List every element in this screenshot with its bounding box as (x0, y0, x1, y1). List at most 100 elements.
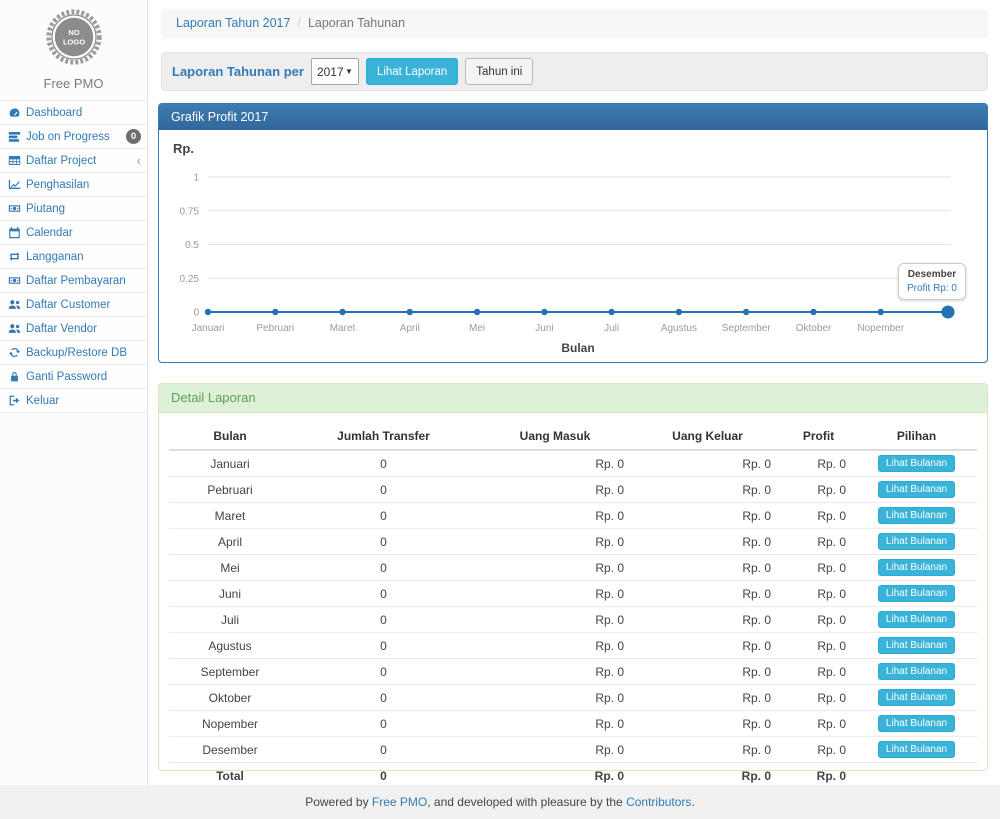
svg-text:1: 1 (193, 173, 199, 184)
svg-text:Maret: Maret (330, 323, 356, 334)
cell-jumlah-transfer: 0 (291, 737, 476, 763)
lihat-bulanan-button[interactable]: Lihat Bulanan (878, 637, 955, 654)
table-row: Mei0Rp. 0Rp. 0Rp. 0Lihat Bulanan (169, 555, 977, 581)
profit-chart[interactable]: 10.750.50.250JanuariPebruariMaretAprilMe… (159, 130, 987, 362)
footer-contributors-link[interactable]: Contributors (626, 795, 691, 809)
calendar-icon (8, 226, 21, 239)
cell-profit: Rp. 0 (781, 607, 856, 633)
table-row: Nopember0Rp. 0Rp. 0Rp. 0Lihat Bulanan (169, 711, 977, 737)
year-select[interactable]: 2017 ▼ (311, 58, 359, 85)
cell-bulan: September (169, 659, 291, 685)
cell-uang-keluar: Rp. 0 (634, 581, 781, 607)
cell-uang-keluar: Rp. 0 (634, 659, 781, 685)
cell-profit: Rp. 0 (781, 685, 856, 711)
breadcrumb-current: Laporan Tahunan (308, 16, 405, 30)
chevron-left-icon: ‹ (137, 154, 141, 167)
sidebar-item-piutang[interactable]: Piutang (0, 197, 147, 221)
cell-bulan: Maret (169, 503, 291, 529)
sidebar-item-daftar-project[interactable]: Daftar Project‹ (0, 149, 147, 173)
cell-profit: Rp. 0 (781, 477, 856, 503)
cell-uang-masuk: Rp. 0 (476, 450, 634, 477)
lihat-bulanan-button[interactable]: Lihat Bulanan (878, 663, 955, 680)
cell-bulan: Oktober (169, 685, 291, 711)
sidebar-item-label: Piutang (26, 203, 65, 215)
lihat-bulanan-button[interactable]: Lihat Bulanan (878, 507, 955, 524)
cell-uang-keluar: Rp. 0 (634, 711, 781, 737)
sidebar-item-calendar[interactable]: Calendar (0, 221, 147, 245)
sidebar-item-label: Daftar Customer (26, 299, 110, 311)
table-row: Desember0Rp. 0Rp. 0Rp. 0Lihat Bulanan (169, 737, 977, 763)
footer-brand-link[interactable]: Free PMO (372, 795, 427, 809)
cell-uang-masuk: Rp. 0 (476, 607, 634, 633)
lihat-bulanan-button[interactable]: Lihat Bulanan (878, 533, 955, 550)
footer: Powered by Free PMO, and developed with … (0, 785, 1000, 819)
chevron-down-icon: ▼ (345, 67, 353, 76)
table-row: Oktober0Rp. 0Rp. 0Rp. 0Lihat Bulanan (169, 685, 977, 711)
sidebar-item-job-on-progress[interactable]: Job on Progress0 (0, 125, 147, 149)
sidebar-item-keluar[interactable]: Keluar (0, 389, 147, 413)
lihat-bulanan-button[interactable]: Lihat Bulanan (878, 585, 955, 602)
footer-text-suffix: . (691, 795, 694, 809)
footer-text-prefix: Powered by (305, 795, 372, 809)
lihat-bulanan-button[interactable]: Lihat Bulanan (878, 559, 955, 576)
table-row: Juni0Rp. 0Rp. 0Rp. 0Lihat Bulanan (169, 581, 977, 607)
table-row: April0Rp. 0Rp. 0Rp. 0Lihat Bulanan (169, 529, 977, 555)
table-row: Januari0Rp. 0Rp. 0Rp. 0Lihat Bulanan (169, 450, 977, 477)
cell-jumlah-transfer: 0 (291, 685, 476, 711)
cell-uang-masuk: Rp. 0 (476, 633, 634, 659)
sidebar-item-backup-restore-db[interactable]: Backup/Restore DB (0, 341, 147, 365)
sidebar-item-label: Calendar (26, 227, 73, 239)
svg-text:Juni: Juni (535, 323, 553, 334)
lihat-bulanan-button[interactable]: Lihat Bulanan (878, 741, 955, 758)
cell-uang-masuk: Rp. 0 (476, 555, 634, 581)
sidebar-menu: Dashboard Job on Progress0Daftar Project‹… (0, 100, 147, 413)
svg-text:0.75: 0.75 (180, 206, 200, 217)
sidebar-item-daftar-pembayaran[interactable]: Daftar Pembayaran (0, 269, 147, 293)
cell-bulan: Nopember (169, 711, 291, 737)
cell-uang-masuk: Rp. 0 (476, 477, 634, 503)
cell-jumlah-transfer: 0 (291, 555, 476, 581)
cell-uang-keluar: Rp. 0 (634, 529, 781, 555)
cell-profit: Rp. 0 (781, 555, 856, 581)
sidebar-item-ganti-password[interactable]: Ganti Password (0, 365, 147, 389)
table-row: Agustus0Rp. 0Rp. 0Rp. 0Lihat Bulanan (169, 633, 977, 659)
year-select-value: 2017 (317, 65, 344, 79)
detail-table-wrap: BulanJumlah TransferUang MasukUang Kelua… (159, 413, 987, 797)
cell-profit: Rp. 0 (781, 711, 856, 737)
cell-bulan: Mei (169, 555, 291, 581)
cell-uang-masuk: Rp. 0 (476, 529, 634, 555)
breadcrumb-link[interactable]: Laporan Tahun 2017 (176, 16, 290, 30)
lihat-bulanan-button[interactable]: Lihat Bulanan (878, 689, 955, 706)
profit-chart-panel: Grafik Profit 2017 10.750.50.250JanuariP… (158, 103, 988, 363)
sidebar-item-label: Daftar Pembayaran (26, 275, 126, 287)
count-badge: 0 (126, 129, 141, 144)
table-row: Pebruari0Rp. 0Rp. 0Rp. 0Lihat Bulanan (169, 477, 977, 503)
cell-uang-keluar: Rp. 0 (634, 685, 781, 711)
tooltip-month: Desember (907, 269, 957, 280)
tahun-ini-button[interactable]: Tahun ini (465, 58, 533, 85)
lihat-bulanan-button[interactable]: Lihat Bulanan (878, 611, 955, 628)
svg-text:0.5: 0.5 (185, 240, 199, 251)
cell-jumlah-transfer: 0 (291, 659, 476, 685)
lihat-bulanan-button[interactable]: Lihat Bulanan (878, 715, 955, 732)
lihat-laporan-button[interactable]: Lihat Laporan (366, 58, 458, 85)
table-icon (8, 154, 21, 167)
sidebar-item-penghasilan[interactable]: Penghasilan (0, 173, 147, 197)
cell-bulan: April (169, 529, 291, 555)
lihat-bulanan-button[interactable]: Lihat Bulanan (878, 481, 955, 498)
cell-jumlah-transfer: 0 (291, 450, 476, 477)
breadcrumb: Laporan Tahun 2017/Laporan Tahunan (161, 9, 988, 38)
sidebar-item-dashboard[interactable]: Dashboard (0, 101, 147, 125)
col-header-bulan: Bulan (169, 422, 291, 450)
cell-uang-keluar: Rp. 0 (634, 450, 781, 477)
col-header-pilihan: Pilihan (856, 422, 977, 450)
cell-profit: Rp. 0 (781, 503, 856, 529)
sidebar-item-langganan[interactable]: Langganan (0, 245, 147, 269)
sidebar-item-label: Penghasilan (26, 179, 89, 191)
cell-jumlah-transfer: 0 (291, 503, 476, 529)
sidebar-item-daftar-vendor[interactable]: Daftar Vendor (0, 317, 147, 341)
sidebar-item-label: Dashboard (26, 107, 82, 119)
sidebar-item-daftar-customer[interactable]: Daftar Customer (0, 293, 147, 317)
lihat-bulanan-button[interactable]: Lihat Bulanan (878, 455, 955, 472)
cell-profit: Rp. 0 (781, 450, 856, 477)
